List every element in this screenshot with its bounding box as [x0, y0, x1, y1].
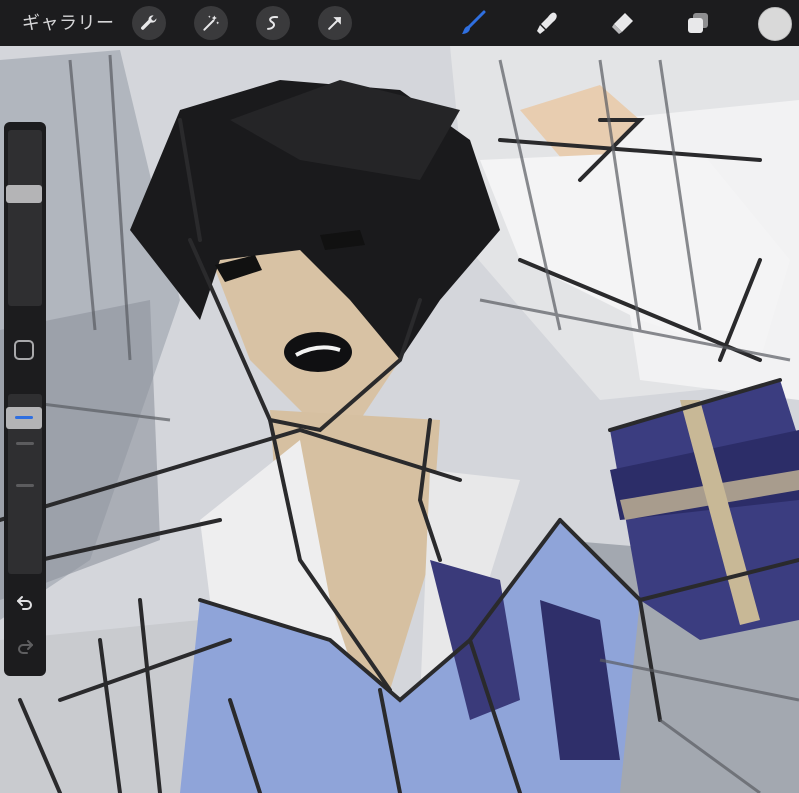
color-button[interactable] — [758, 7, 792, 41]
smudge-icon — [537, 12, 557, 34]
undo-button[interactable] — [12, 590, 38, 616]
transform-arrow-icon — [328, 17, 341, 30]
brush-icon — [462, 10, 486, 34]
modify-button[interactable] — [14, 340, 34, 360]
wrench-icon — [141, 15, 157, 30]
smudge-button[interactable] — [532, 8, 562, 38]
actions-button[interactable] — [132, 6, 166, 40]
layers-icon — [688, 13, 708, 33]
redo-icon — [18, 640, 33, 654]
left-sidebar — [4, 122, 46, 676]
layers-button[interactable] — [683, 8, 713, 38]
eraser-icon — [612, 13, 633, 34]
selection-icon — [267, 16, 279, 30]
top-toolbar: ギャラリー — [0, 0, 799, 46]
opacity-thumb[interactable] — [6, 407, 42, 429]
adjustments-button[interactable] — [194, 6, 228, 40]
redo-button[interactable] — [12, 634, 38, 660]
transform-button[interactable] — [318, 6, 352, 40]
brush-size-slider[interactable] — [6, 130, 42, 306]
brush-button[interactable] — [458, 8, 488, 38]
opacity-tick — [16, 442, 34, 445]
drawing-canvas[interactable] — [0, 46, 799, 793]
eraser-button[interactable] — [608, 8, 638, 38]
opacity-thumb-indicator — [15, 416, 33, 419]
opacity-slider[interactable] — [6, 394, 42, 574]
selection-button[interactable] — [256, 6, 290, 40]
opacity-tick — [16, 484, 34, 487]
undo-icon — [17, 596, 32, 610]
brush-size-thumb[interactable] — [6, 185, 42, 203]
gallery-button[interactable]: ギャラリー — [22, 9, 115, 35]
magic-wand-icon — [203, 15, 220, 31]
